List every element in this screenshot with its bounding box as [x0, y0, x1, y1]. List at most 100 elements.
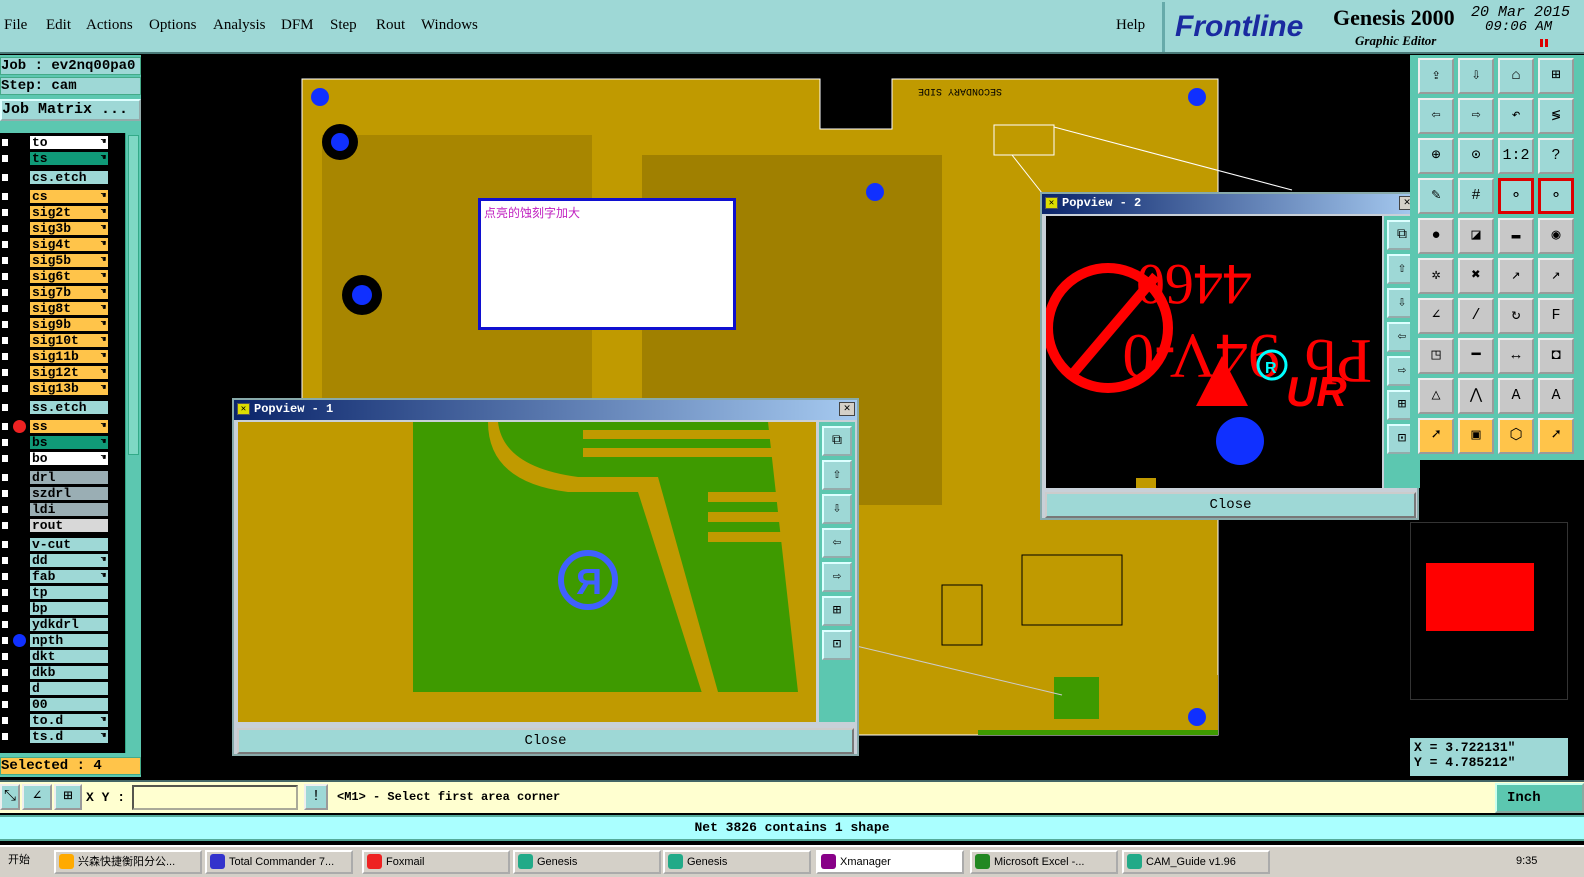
menu-windows[interactable]: Windows [421, 17, 478, 34]
taskbar-item[interactable]: CAM_Guide v1.96 [1122, 850, 1270, 874]
right-icon[interactable]: ⇨ [1458, 98, 1494, 134]
layer-name[interactable]: dkt [29, 649, 109, 664]
layer-checkbox[interactable] [0, 453, 10, 464]
layer-checkbox[interactable] [0, 683, 10, 694]
layer-row[interactable]: ydkdrl [0, 617, 125, 632]
layer-checkbox[interactable] [0, 667, 10, 678]
xy-input[interactable] [132, 785, 298, 810]
layer-name[interactable]: sig6t ☚ [29, 269, 109, 284]
layer-checkbox[interactable] [0, 319, 10, 330]
menu-step[interactable]: Step [330, 17, 357, 34]
layer-row[interactable]: bs ☚ [0, 435, 125, 450]
layer-name[interactable]: szdrl [29, 486, 109, 501]
zoom-out-icon[interactable]: ⊡ [822, 630, 852, 660]
layer-row[interactable]: ts.d ☚ [0, 729, 125, 744]
layer-row[interactable]: rout [0, 518, 125, 533]
layer-checkbox[interactable] [0, 239, 10, 250]
layer-row[interactable]: fab ☚ [0, 569, 125, 584]
layer-checkbox[interactable] [0, 172, 10, 183]
add-line-icon[interactable]: ◪ [1458, 218, 1494, 254]
delete-icon[interactable]: ✖ [1458, 258, 1494, 294]
layer-row[interactable]: bo ☚ [0, 451, 125, 466]
layer-row[interactable]: sig6t ☚ [0, 269, 125, 284]
layer-row[interactable]: drl [0, 470, 125, 485]
layer-name[interactable]: cs.etch [29, 170, 109, 185]
copy-icon[interactable]: ↗ [1538, 258, 1574, 294]
start-button[interactable]: 开始 [0, 850, 36, 874]
layer-name[interactable]: drl [29, 470, 109, 485]
layer-name[interactable]: sig10t ☚ [29, 333, 109, 348]
layer-checkbox[interactable] [0, 472, 10, 483]
layer-name[interactable]: ss ☚ [29, 419, 109, 434]
taskbar-item[interactable]: 兴森快捷衡阳分公... [54, 850, 202, 874]
add-pad-icon[interactable]: ● [1418, 218, 1454, 254]
layer-row[interactable]: bp [0, 601, 125, 616]
layer-name[interactable]: sig8t ☚ [29, 301, 109, 316]
layer-checkbox[interactable] [0, 367, 10, 378]
layer-name[interactable]: dkb [29, 665, 109, 680]
layer-row[interactable]: dkt [0, 649, 125, 664]
layer-row[interactable]: sig7b ☚ [0, 285, 125, 300]
select-box-icon[interactable]: ▣ [1458, 418, 1494, 454]
menu-help[interactable]: Help [1116, 17, 1145, 34]
pan-right-icon[interactable]: ⇨ [822, 562, 852, 592]
layer-row[interactable]: ss.etch [0, 400, 125, 415]
layer-checkbox[interactable] [0, 223, 10, 234]
netlist-a-icon[interactable]: ⚬ [1498, 178, 1534, 214]
layer-checkbox[interactable] [0, 603, 10, 614]
units-selector[interactable]: Inch [1495, 783, 1584, 813]
layer-checkbox[interactable] [0, 287, 10, 298]
layer-row[interactable]: szdrl [0, 486, 125, 501]
pan-up-icon[interactable]: ⇧ [822, 460, 852, 490]
layer-name[interactable]: v-cut [29, 537, 109, 552]
layer-row[interactable]: sig13b ☚ [0, 381, 125, 396]
arc-d-icon[interactable]: A [1538, 378, 1574, 414]
layer-row[interactable]: sig11b ☚ [0, 349, 125, 364]
layer-row[interactable]: to ☚ [0, 135, 125, 150]
taskbar-item[interactable]: Total Commander 7... [205, 850, 353, 874]
layer-checkbox[interactable] [0, 571, 10, 582]
layer-checkbox[interactable] [0, 255, 10, 266]
layer-checkbox[interactable] [0, 191, 10, 202]
layer-name[interactable]: sig2t ☚ [29, 205, 109, 220]
layer-row[interactable]: sig10t ☚ [0, 333, 125, 348]
layer-checkbox[interactable] [0, 437, 10, 448]
taskbar-item[interactable]: Microsoft Excel -... [970, 850, 1118, 874]
popview-2-titlebar[interactable]: ✕ Popview - 2 ✕ [1042, 194, 1417, 214]
layer-checkbox[interactable] [0, 619, 10, 630]
layer-row[interactable]: v-cut [0, 537, 125, 552]
line-edit-icon[interactable]: / [1458, 298, 1494, 334]
angle-icon[interactable]: ∠ [22, 784, 52, 810]
angle-icon[interactable]: ∠ [1418, 298, 1454, 334]
menu-options[interactable]: Options [149, 17, 197, 34]
layer-name[interactable]: ts.d ☚ [29, 729, 109, 744]
menu-actions[interactable]: Actions [86, 17, 133, 34]
layer-checkbox[interactable] [0, 699, 10, 710]
arc-c-icon[interactable]: A [1498, 378, 1534, 414]
layer-row[interactable]: sig4t ☚ [0, 237, 125, 252]
export-icon[interactable]: ⇪ [1418, 58, 1454, 94]
layer-name[interactable]: npth [29, 633, 109, 648]
layer-checkbox[interactable] [0, 383, 10, 394]
layer-name[interactable]: sig5b ☚ [29, 253, 109, 268]
menu-analysis[interactable]: Analysis [213, 17, 266, 34]
zoom-fit-icon[interactable]: ⧉ [822, 426, 852, 456]
popview-2-close-button[interactable]: Close [1045, 492, 1416, 518]
layer-name[interactable]: sig9b ☚ [29, 317, 109, 332]
layer-checkbox[interactable] [0, 539, 10, 550]
ratio-icon[interactable]: 1:2 [1498, 138, 1534, 174]
layer-checkbox[interactable] [0, 715, 10, 726]
pan-left-icon[interactable]: ⇦ [822, 528, 852, 558]
rotate-icon[interactable]: ↻ [1498, 298, 1534, 334]
measure-icon[interactable]: ⤡ [0, 784, 20, 810]
popview-1-titlebar[interactable]: ✕ Popview - 1 ✕ [234, 400, 857, 420]
undo-icon[interactable]: ↶ [1498, 98, 1534, 134]
layer-row[interactable]: npth [0, 633, 125, 648]
popview-1-close-button[interactable]: Close [237, 728, 854, 754]
layer-checkbox[interactable] [0, 520, 10, 531]
layer-name[interactable]: dd ☚ [29, 553, 109, 568]
layer-name[interactable]: 00 [29, 697, 109, 712]
layer-name[interactable]: sig7b ☚ [29, 285, 109, 300]
resize-icon[interactable]: ◳ [1418, 338, 1454, 374]
layer-name[interactable]: rout [29, 518, 109, 533]
